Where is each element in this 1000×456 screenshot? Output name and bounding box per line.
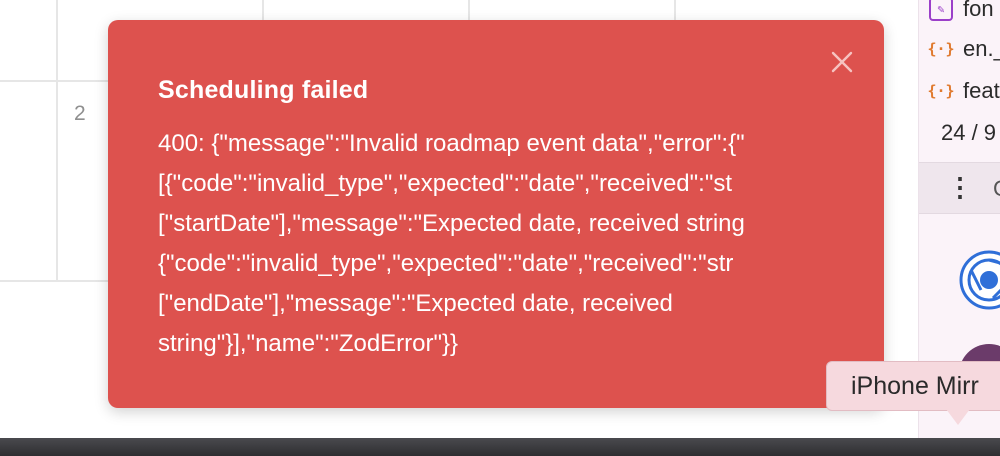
tooltip-arrow [946,409,970,425]
json-braces-icon: {·} [927,82,955,100]
toast-message-line: ["endDate"],"message":"Expected date, re… [158,290,673,317]
file-item[interactable]: ✎ fon [929,0,994,24]
chrome-icon[interactable] [959,250,1000,310]
grid-column-divider [262,0,264,22]
error-toast: Scheduling failed 400: {"message":"Inval… [108,20,884,408]
edit-doc-icon: ✎ [929,0,953,21]
grid-row-divider [0,80,110,82]
toast-message-line: string"}],"name":"ZodError"}} [158,330,459,357]
grid-row-divider [0,280,110,282]
json-braces-icon: {·} [927,40,955,58]
file-name: feat [963,78,1000,103]
calendar-row-number: 2 [74,102,86,125]
toast-message: 400: {"message":"Invalid roadmap event d… [158,124,884,364]
file-item[interactable]: {·} feat [927,76,1000,106]
panel-header-letter: C [993,176,1000,202]
result-counter: 24 / 9 [941,120,997,145]
dock-strip [0,438,1000,456]
grid-column-divider [674,0,676,22]
close-icon[interactable] [830,50,854,74]
file-name: fon [963,0,994,21]
dock-tooltip: iPhone Mirr [826,361,1000,411]
grid-column-divider [468,0,470,22]
grid-column-divider [56,0,58,282]
toast-title: Scheduling failed [158,76,369,104]
tooltip-text: iPhone Mirr [851,371,979,400]
toast-message-line: ["startDate"],"message":"Expected date, … [158,210,745,237]
toast-message-line: {"code":"invalid_type","expected":"date"… [158,250,734,277]
more-options-icon[interactable]: ⋮ [947,174,973,200]
file-item[interactable]: {·} en._ [927,34,1000,64]
toast-message-line: 400: {"message":"Invalid roadmap event d… [158,130,745,157]
toast-message-line: [{"code":"invalid_type","expected":"date… [158,170,733,197]
file-name: en._ [963,36,1000,61]
